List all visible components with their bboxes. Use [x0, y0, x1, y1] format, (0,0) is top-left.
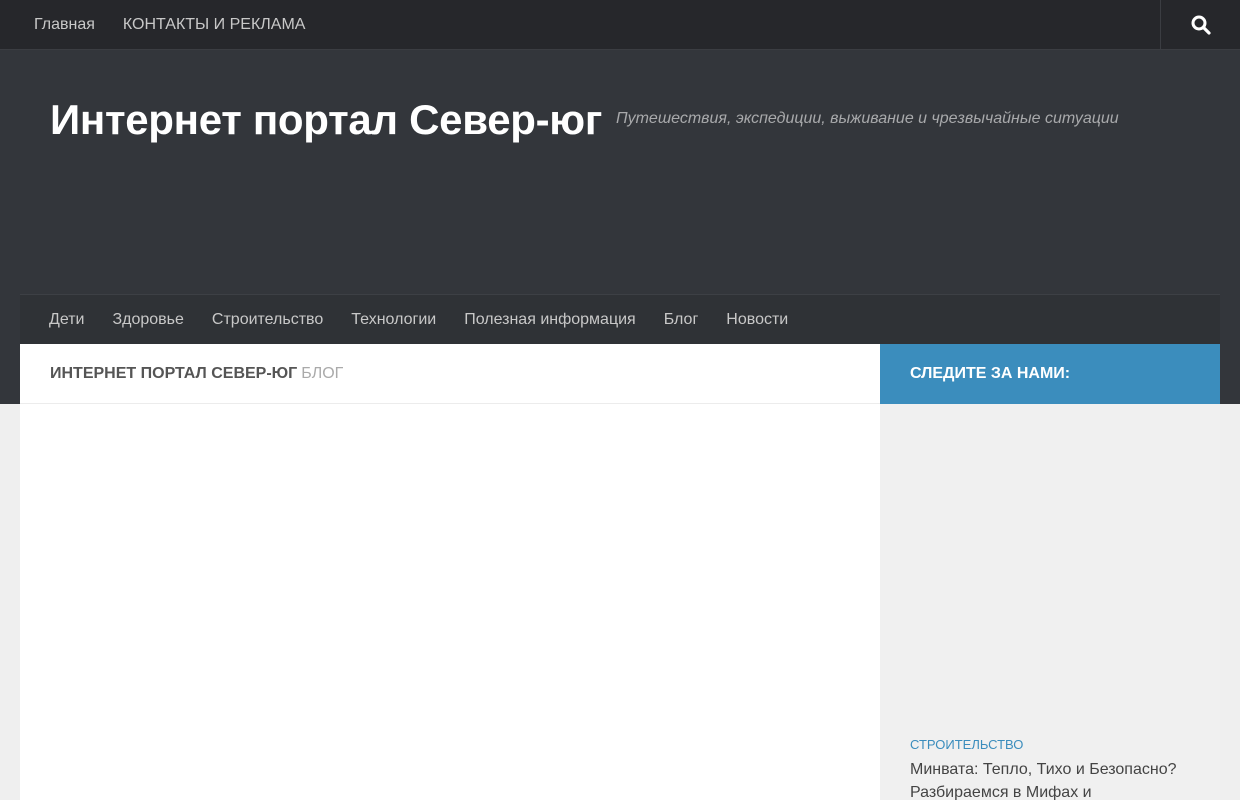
site-title[interactable]: Интернет портал Север-юг [50, 96, 602, 144]
follow-us-heading: Следите за нами: [880, 344, 1220, 404]
sidebar: Следите за нами: Строительство Минвата: … [880, 344, 1220, 800]
nav-item-zdorovye[interactable]: Здоровье [98, 295, 197, 345]
top-navigation: Главная КОНТАКТЫ И РЕКЛАМА [0, 0, 1240, 50]
nav-item-blog[interactable]: Блог [650, 295, 713, 345]
main-navigation: Дети Здоровье Строительство Технологии П… [20, 294, 1220, 344]
search-button[interactable] [1160, 0, 1240, 50]
search-icon [1191, 15, 1211, 35]
nav-item-tehnologii[interactable]: Технологии [337, 295, 450, 345]
main-content: Интернет портал Север-юг Блог [20, 344, 880, 800]
top-nav-contacts[interactable]: КОНТАКТЫ И РЕКЛАМА [109, 0, 320, 50]
top-nav-home[interactable]: Главная [20, 0, 109, 50]
nav-item-novosti[interactable]: Новости [712, 295, 802, 345]
nav-item-poleznaya-informaciya[interactable]: Полезная информация [450, 295, 650, 345]
page-heading: Интернет портал Север-юг Блог [20, 344, 880, 404]
post-title-link[interactable]: Минвата: Тепло, Тихо и Безопасно? Разбир… [910, 758, 1200, 800]
site-description: Путешествия, экспедиции, выживание и чре… [616, 110, 1119, 127]
nav-item-deti[interactable]: Дети [35, 295, 98, 345]
page-heading-section: Блог [301, 364, 344, 382]
nav-item-stroitelstvo[interactable]: Строительство [198, 295, 337, 345]
page-heading-site: Интернет портал Север-юг [50, 364, 298, 382]
post-category-link[interactable]: Строительство [910, 737, 1023, 752]
top-nav-links: Главная КОНТАКТЫ И РЕКЛАМА [20, 0, 319, 50]
